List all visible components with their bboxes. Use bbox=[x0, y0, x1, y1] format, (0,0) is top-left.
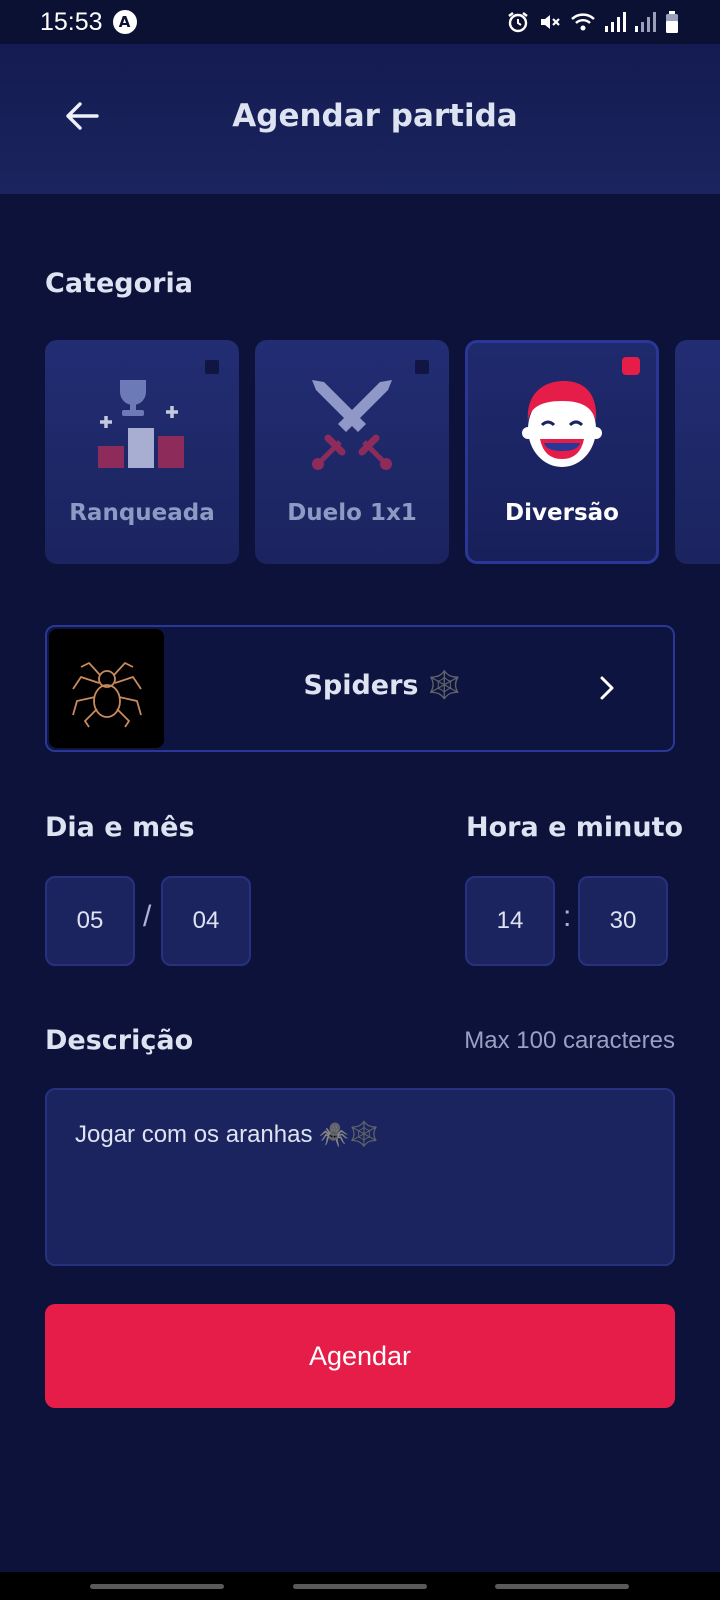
time-separator: : bbox=[563, 900, 572, 933]
category-card-diversao[interactable]: Diversão bbox=[465, 340, 659, 564]
month-input[interactable]: 04 bbox=[161, 876, 251, 966]
category-label-ranqueada: Ranqueada bbox=[69, 500, 215, 526]
notification-icon: A bbox=[112, 10, 137, 34]
system-nav-bar bbox=[0, 1572, 720, 1600]
alarm-icon bbox=[508, 12, 528, 33]
nav-back[interactable] bbox=[495, 1584, 629, 1589]
signal-icon bbox=[605, 12, 626, 32]
smiling-face-icon bbox=[522, 381, 602, 467]
description-value: Jogar com os aranhas 🕷️🕸️ bbox=[75, 1121, 379, 1148]
minute-input[interactable]: 30 bbox=[578, 876, 668, 966]
category-checkbox bbox=[205, 360, 219, 374]
podium-trophy-icon bbox=[98, 380, 184, 468]
day-input[interactable]: 05 bbox=[45, 876, 135, 966]
crossed-swords-icon bbox=[312, 380, 392, 470]
status-left: 15:53 A bbox=[40, 8, 137, 37]
schedule-button[interactable]: Agendar bbox=[45, 1304, 675, 1408]
time-label: Hora e minuto bbox=[466, 812, 684, 843]
description-textarea[interactable]: Jogar com os aranhas 🕷️🕸️ bbox=[45, 1088, 675, 1266]
category-card-duelo[interactable]: Duelo 1x1 bbox=[255, 340, 449, 564]
status-bar: 15:53 A bbox=[0, 0, 720, 44]
nav-home[interactable] bbox=[293, 1584, 427, 1589]
status-time: 15:53 bbox=[40, 7, 103, 36]
date-label: Dia e mês bbox=[45, 812, 195, 843]
category-label-diversao: Diversão bbox=[505, 500, 619, 526]
description-hint: Max 100 caracteres bbox=[464, 1027, 675, 1054]
schedule-button-label: Agendar bbox=[308, 1340, 412, 1371]
game-name: Spiders 🕸️ bbox=[303, 670, 462, 701]
game-selector[interactable]: Spiders 🕸️ bbox=[45, 625, 675, 752]
nav-recent[interactable] bbox=[90, 1584, 224, 1589]
hour-input[interactable]: 14 bbox=[465, 876, 555, 966]
category-checkbox bbox=[415, 360, 429, 374]
category-checkbox-selected bbox=[622, 357, 640, 375]
chevron-right-icon bbox=[600, 676, 614, 700]
battery-icon bbox=[666, 11, 678, 33]
status-icons bbox=[506, 10, 680, 34]
category-label: Categoria bbox=[45, 268, 193, 299]
game-thumbnail bbox=[49, 629, 164, 748]
mute-icon bbox=[541, 15, 560, 29]
category-card-ranqueada[interactable]: Ranqueada bbox=[45, 340, 239, 564]
page-title: Agendar partida bbox=[232, 98, 518, 134]
wifi-icon bbox=[571, 13, 595, 31]
spider-icon bbox=[71, 661, 142, 727]
date-separator: / bbox=[143, 900, 152, 933]
category-label-duelo: Duelo 1x1 bbox=[287, 500, 417, 526]
description-label: Descrição bbox=[45, 1025, 194, 1056]
app-header: Agendar partida bbox=[0, 44, 720, 194]
signal-icon bbox=[635, 12, 656, 32]
category-card-next[interactable] bbox=[675, 340, 720, 564]
